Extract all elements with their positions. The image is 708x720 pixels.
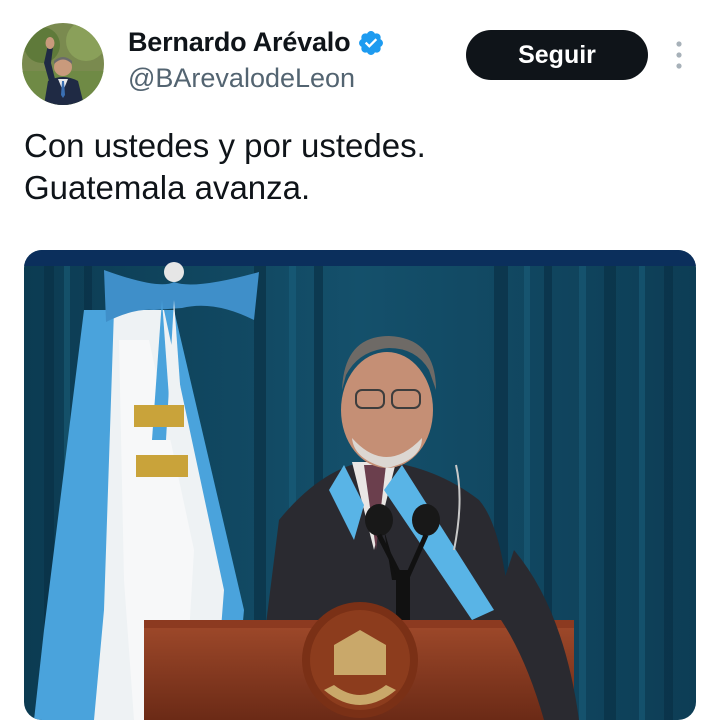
verified-badge-icon: [359, 30, 384, 55]
more-vertical-icon: [676, 41, 682, 69]
author-name-text: Bernardo Arévalo: [128, 27, 351, 57]
author-handle[interactable]: @BArevalodeLeon: [128, 63, 355, 94]
more-options-button[interactable]: [664, 38, 694, 72]
tweet-text: Con ustedes y por ustedes. Guatemala ava…: [24, 127, 426, 206]
author-name[interactable]: Bernardo Arévalo: [128, 27, 385, 58]
tweet-photo[interactable]: [24, 250, 696, 720]
avatar-image: [22, 23, 104, 105]
follow-button[interactable]: Seguir: [466, 30, 648, 80]
photo-image: [24, 250, 696, 720]
author-avatar[interactable]: [22, 23, 104, 105]
